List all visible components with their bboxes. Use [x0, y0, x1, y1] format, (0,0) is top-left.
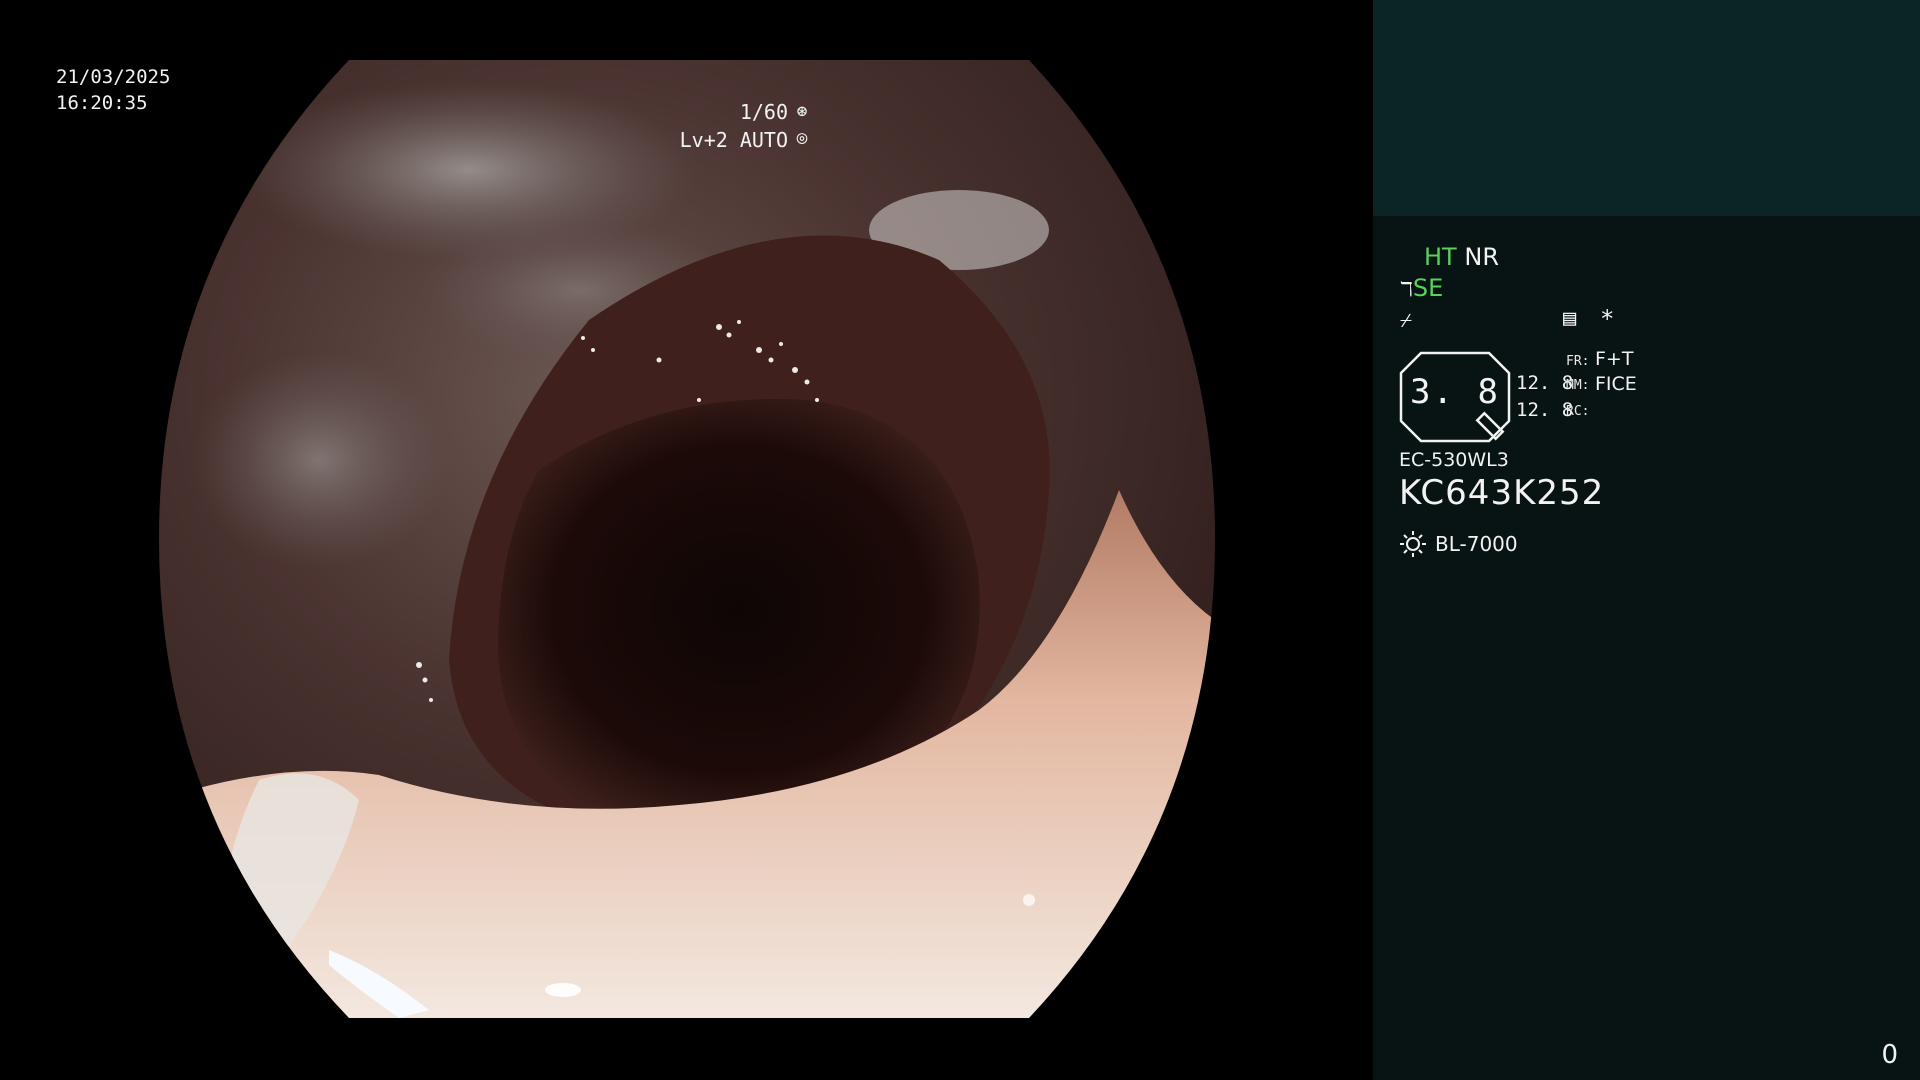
shutter-row: 1/60 ⊛: [680, 98, 812, 126]
mode-nr: NR: [1464, 243, 1499, 271]
preset-icon: ▤: [1563, 306, 1577, 331]
structure-enhance-icon: ℸ: [1400, 277, 1413, 301]
light-source-row: BL-7000: [1399, 530, 1518, 558]
star-indicator: *: [1600, 305, 1615, 333]
date-time-stamp: 21/03/2025 16:20:35: [56, 64, 170, 116]
level-row: Lv+2 AUTO ⌾: [680, 126, 812, 154]
endoscope-viewport: 21/03/2025 16:20:35 1/60 ⊛ Lv+2 AUTO ⌾: [0, 0, 1372, 1080]
value-1: 12. 8: [1516, 372, 1574, 394]
mm-value: FICE: [1595, 373, 1637, 395]
processor-info-panel: HT NR ℸSE ⌿ ▤ * 3. 8 12. 8 12. 8 FR: F+T…: [1373, 0, 1920, 1080]
shutter-speed: 1/60: [739, 100, 788, 124]
se-row: ℸSE: [1400, 274, 1443, 303]
light-source: BL-7000: [1435, 532, 1518, 556]
mode-ht: HT: [1424, 243, 1457, 271]
mode-se: SE: [1412, 274, 1444, 302]
filter-icon: ⌿: [1400, 308, 1412, 332]
date-text: 21/03/2025: [56, 66, 171, 88]
endoscopic-image: [159, 60, 1215, 1018]
value-2: 12. 8: [1516, 399, 1574, 421]
rc-label: RC:: [1566, 404, 1590, 419]
sun-icon: [1400, 531, 1426, 557]
scope-model: EC-530WL3: [1399, 449, 1509, 471]
zoom-value: 3. 8: [1410, 372, 1500, 412]
aperture-icon: ⊛: [796, 101, 808, 122]
ht-nr-row: HT NR: [1424, 243, 1499, 271]
thumbnail-area: [1373, 0, 1920, 216]
brightness-level: Lv+2 AUTO: [679, 128, 788, 152]
serial-number: KC643K252: [1399, 473, 1605, 513]
time-text: 16:20:35: [56, 92, 148, 114]
mm-label: MM:: [1566, 378, 1590, 393]
iris-icon: ⌾: [796, 129, 808, 150]
filter-row: ⌿: [1400, 305, 1412, 334]
exposure-info: 1/60 ⊛ Lv+2 AUTO ⌾: [680, 98, 812, 154]
fr-value: F+T: [1595, 348, 1634, 370]
fr-label: FR:: [1566, 354, 1590, 369]
page-counter: 0: [1881, 1040, 1898, 1070]
